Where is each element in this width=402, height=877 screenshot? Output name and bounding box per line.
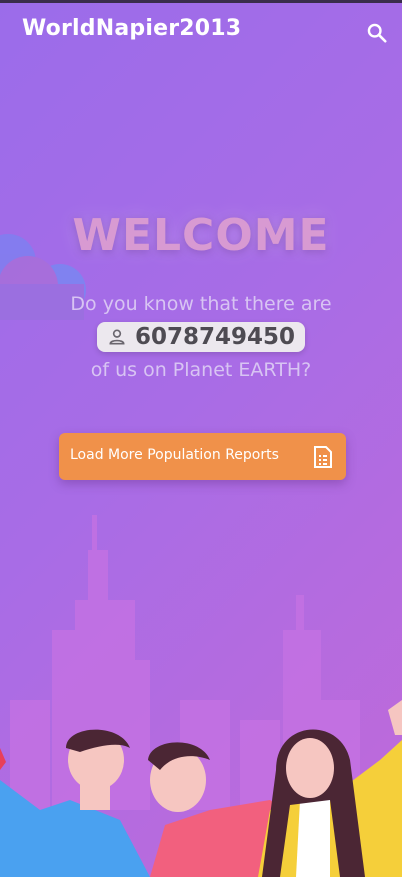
population-intro-text: Do you know that there are bbox=[70, 293, 332, 315]
document-icon bbox=[314, 446, 332, 468]
load-more-reports-label: Load More Population Reports bbox=[70, 447, 279, 463]
person-illustration-2 bbox=[148, 742, 300, 877]
population-counter: 6078749450 bbox=[96, 322, 306, 352]
population-outro-text: of us on Planet EARTH? bbox=[90, 359, 312, 381]
welcome-heading: WELCOME bbox=[72, 210, 330, 261]
person-icon bbox=[109, 329, 125, 345]
load-more-reports-button[interactable]: Load More Population Reports bbox=[59, 433, 346, 480]
search-button[interactable] bbox=[364, 20, 390, 46]
brand-title[interactable]: WorldNapier2013 bbox=[22, 16, 241, 41]
person-illustration-3 bbox=[258, 700, 402, 877]
search-icon bbox=[367, 23, 387, 43]
population-counter-wrap: 6078749450 bbox=[0, 322, 402, 352]
app-header: WorldNapier2013 bbox=[0, 0, 402, 66]
person-illustration-1 bbox=[0, 729, 150, 877]
welcome-section: WELCOME Do you know that there are 60787… bbox=[0, 210, 402, 381]
app-screen: WorldNapier2013 WELCOME Do you know that… bbox=[0, 0, 402, 877]
city-skyline-illustration bbox=[10, 515, 360, 810]
population-value: 6078749450 bbox=[134, 324, 296, 350]
